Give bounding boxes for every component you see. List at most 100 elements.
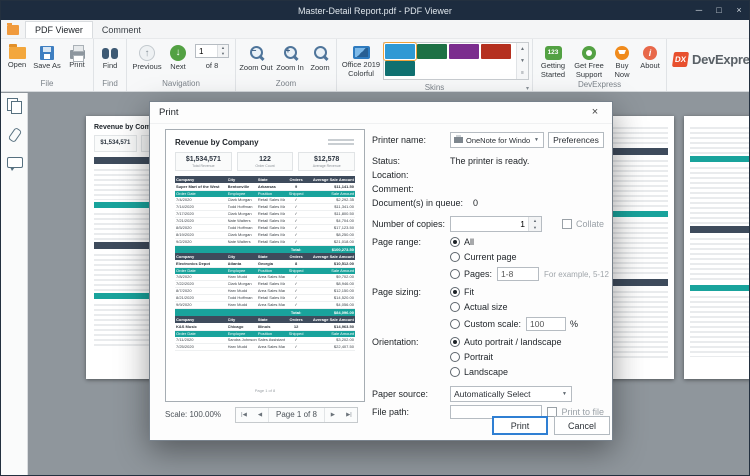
gallery-dropdown-icon[interactable]: ≡ bbox=[517, 67, 528, 79]
orientation-portrait-radio[interactable] bbox=[450, 352, 460, 362]
thumbnail-card-total: $1,534,571 bbox=[94, 135, 137, 152]
skin-swatch[interactable] bbox=[385, 61, 415, 76]
ribbon-group-label-file: File bbox=[1, 78, 93, 91]
page-thumbnail-3[interactable] bbox=[684, 116, 749, 379]
sizing-fit-label: Fit bbox=[464, 287, 474, 297]
open-button[interactable]: Open bbox=[4, 41, 30, 78]
report-page-footer: Page 1 of 8 bbox=[175, 388, 355, 393]
app-window: Master-Detail Report.pdf - PDF Viewer ─ … bbox=[0, 0, 750, 476]
range-pages-radio[interactable] bbox=[450, 269, 460, 279]
page-number-input[interactable] bbox=[196, 45, 217, 57]
orientation-row: Orientation: Auto portrait / landscape bbox=[372, 337, 604, 347]
queue-value: 0 bbox=[473, 198, 478, 208]
report-row-data: 8/7/2020Harv MuddArea Sales Manager✓$12,… bbox=[175, 288, 355, 295]
report-page: Revenue by Company $1,534,571 Total Reve… bbox=[166, 130, 364, 401]
about-button[interactable]: i About bbox=[637, 41, 663, 79]
gallery-scroll-down-icon[interactable]: ▼ bbox=[517, 55, 528, 67]
dialog-close-icon[interactable]: × bbox=[580, 103, 610, 123]
summary-card-caption: Order Count bbox=[238, 164, 293, 168]
zoom-in-button-label: Zoom In bbox=[276, 64, 304, 73]
paper-source-combo[interactable]: Automatically Select ▼ bbox=[450, 386, 572, 402]
buy-now-button[interactable]: Buy Now bbox=[608, 41, 636, 79]
zoom-in-button[interactable]: + Zoom In bbox=[274, 41, 306, 78]
getting-started-button[interactable]: 123 Getting Started bbox=[536, 41, 570, 79]
paper-source-row: Paper source: Automatically Select ▼ bbox=[372, 386, 604, 402]
orientation-auto-radio[interactable] bbox=[450, 337, 460, 347]
orientation-landscape-row: Landscape bbox=[372, 367, 604, 377]
range-current-radio[interactable] bbox=[450, 252, 460, 262]
spin-up-icon[interactable]: ▲ bbox=[529, 217, 541, 224]
page-count-label: of 8 bbox=[206, 61, 219, 70]
tab-comment[interactable]: Comment bbox=[93, 22, 150, 38]
thumbnail-table-subheader bbox=[690, 156, 749, 162]
sizing-custom-label: Custom scale: bbox=[464, 319, 521, 329]
range-current-row: Current page bbox=[372, 252, 604, 262]
sizing-custom-row: Custom scale: % bbox=[372, 317, 604, 331]
orientation-portrait-label: Portrait bbox=[464, 352, 493, 362]
sidebar-item-attachments[interactable] bbox=[1, 127, 28, 151]
sidebar-item-comments[interactable] bbox=[1, 156, 28, 180]
spin-down-icon[interactable]: ▼ bbox=[529, 224, 541, 231]
report-row-data: 7/25/2020Harv MuddArea Sales Manager✓$22… bbox=[175, 344, 355, 351]
range-all-radio[interactable] bbox=[450, 237, 460, 247]
report-row-total: Total:$100,273.50 bbox=[175, 246, 355, 253]
report-row-header: CompanyCityStateOrdersAverage Sale Amoun… bbox=[175, 176, 355, 183]
percent-label: % bbox=[570, 319, 578, 329]
devexpress-logo: DX DevExpress bbox=[667, 39, 749, 91]
print-dialog-body: Revenue by Company $1,534,571 Total Reve… bbox=[150, 124, 612, 440]
gallery-launcher-icon[interactable]: ▾ bbox=[526, 83, 529, 92]
active-skin-label: Office 2019 Colorful bbox=[340, 61, 382, 78]
preferences-button[interactable]: Preferences bbox=[548, 132, 604, 148]
orientation-landscape-radio[interactable] bbox=[450, 367, 460, 377]
pages-range-input[interactable] bbox=[497, 267, 539, 281]
custom-scale-input[interactable] bbox=[526, 317, 566, 331]
thumbnail-table-header bbox=[690, 226, 749, 233]
zoom-button[interactable]: Zoom bbox=[307, 41, 333, 78]
maximize-icon[interactable]: □ bbox=[709, 1, 729, 20]
previous-button-label: Previous bbox=[132, 63, 161, 72]
skin-swatch[interactable] bbox=[417, 44, 447, 59]
cancel-button[interactable]: Cancel bbox=[554, 416, 610, 435]
sizing-custom-radio[interactable] bbox=[450, 319, 460, 329]
page-range-row: Page range: All bbox=[372, 237, 604, 247]
sizing-actual-radio[interactable] bbox=[450, 302, 460, 312]
page-thumbnails-icon bbox=[7, 98, 22, 112]
get-free-support-button[interactable]: Get Free Support bbox=[571, 41, 607, 79]
report-row-master: K&S MusicChicagoIllinois12$14,963.50 bbox=[175, 323, 355, 331]
close-icon[interactable]: × bbox=[729, 1, 749, 20]
status-label: Status: bbox=[372, 156, 450, 166]
skin-swatch[interactable] bbox=[385, 44, 415, 59]
orientation-portrait-row: Portrait bbox=[372, 352, 604, 362]
previous-button[interactable]: ↑ Previous bbox=[130, 41, 164, 78]
active-skin-button[interactable]: Office 2019 Colorful bbox=[340, 41, 382, 82]
sizing-fit-radio[interactable] bbox=[450, 287, 460, 297]
sidebar-item-thumbnails[interactable] bbox=[1, 98, 28, 122]
skin-swatch[interactable] bbox=[481, 44, 511, 59]
report-row-data: 9/9/2020Harv MuddArea Sales Manager✓$4,0… bbox=[175, 302, 355, 309]
report-row-data: 7/21/2020Nate WaltersRetail Sales Manage… bbox=[175, 218, 355, 225]
report-row-master: Electronics DepotAtlantaGeorgia8$10,512.… bbox=[175, 260, 355, 268]
printer-name-combo[interactable]: OneNote for Windows 10 ▼ bbox=[450, 132, 544, 148]
printer-name-value: OneNote for Windows 10 bbox=[466, 136, 530, 145]
print-button[interactable]: Print bbox=[492, 416, 548, 435]
collate-checkbox[interactable] bbox=[562, 219, 572, 229]
save-as-button[interactable]: Save As bbox=[31, 41, 63, 78]
gallery-scroll-up-icon[interactable]: ▲ bbox=[517, 43, 528, 55]
save-as-button-label: Save As bbox=[33, 62, 61, 71]
report-row-data: 8/21/2020Todd HoffmanRetail Sales Manage… bbox=[175, 295, 355, 302]
tab-pdf-viewer[interactable]: PDF Viewer bbox=[25, 21, 93, 38]
copies-input[interactable] bbox=[451, 217, 528, 231]
page-number-spin-arrows: ▲ ▼ bbox=[217, 45, 228, 57]
ribbon-group-file: Open Save As Print File bbox=[1, 39, 94, 91]
application-button-icon[interactable] bbox=[7, 25, 19, 35]
skin-swatch[interactable] bbox=[449, 44, 479, 59]
print-button-ribbon[interactable]: Print bbox=[64, 41, 90, 78]
ribbon-group-navigation: ↑ Previous ↓ Next ▲ ▼ of 8 bbox=[127, 39, 236, 91]
info-icon: i bbox=[643, 46, 657, 60]
next-button[interactable]: ↓ Next bbox=[165, 41, 191, 78]
zoom-out-button[interactable]: − Zoom Out bbox=[239, 41, 273, 78]
minimize-icon[interactable]: ─ bbox=[689, 1, 709, 20]
find-button[interactable]: Find bbox=[97, 41, 123, 78]
spin-down-icon[interactable]: ▼ bbox=[218, 51, 228, 57]
collate-option[interactable]: Collate bbox=[562, 219, 604, 229]
